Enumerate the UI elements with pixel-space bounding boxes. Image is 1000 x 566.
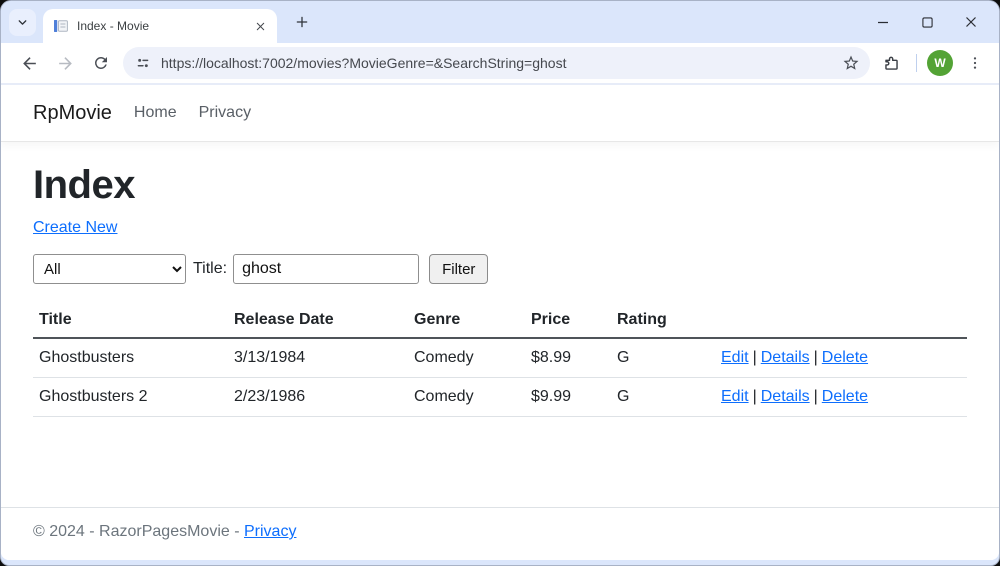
delete-link[interactable]: Delete [822,349,868,366]
site-navbar: RpMovie Home Privacy [1,85,999,142]
header-price: Price [525,303,611,339]
maximize-icon [921,16,933,28]
cell-genre: Comedy [408,377,525,417]
reload-icon [92,54,110,72]
create-new-link[interactable]: Create New [33,219,117,237]
title-label: Title: [193,260,228,277]
tab-search-button[interactable] [9,8,36,36]
tab-strip: Index - Movie [1,1,999,43]
edit-link[interactable]: Edit [721,388,749,405]
footer-privacy-link[interactable]: Privacy [244,523,296,540]
genre-select[interactable]: All [33,254,186,284]
main-content: Index Create New All Title: Filter Title… [1,142,999,507]
extensions-icon[interactable] [876,48,906,78]
cell-release-date: 2/23/1986 [228,377,408,417]
action-separator: | [813,349,818,366]
bookmark-star-icon[interactable] [842,54,860,72]
close-icon [965,16,977,28]
edit-link[interactable]: Edit [721,349,749,366]
header-title: Title [33,303,228,339]
kebab-menu-icon [967,55,983,71]
reload-button[interactable] [85,47,117,79]
header-release-date: Release Date [228,303,408,339]
profile-avatar[interactable]: W [927,50,953,76]
cell-actions: Edit | Details | Delete [715,338,967,378]
brand-link[interactable]: RpMovie [33,102,112,125]
action-separator: | [813,388,818,405]
table-row: Ghostbusters 2 2/23/1986 Comedy $9.99 G … [33,377,967,417]
back-button[interactable] [13,47,45,79]
browser-window: Index - Movie https://localhost:7002/mov… [0,0,1000,566]
filter-button[interactable]: Filter [429,254,489,284]
browser-menu-button[interactable] [961,49,989,77]
page-title: Index [33,163,135,207]
nav-links: Home Privacy [134,104,251,122]
nav-link-home[interactable]: Home [134,104,177,122]
cell-release-date: 3/13/1984 [228,338,408,378]
minimize-icon [877,16,889,28]
forward-button[interactable] [49,47,81,79]
site-favicon-icon [53,18,69,34]
minimize-button[interactable] [861,6,905,38]
header-genre: Genre [408,303,525,339]
nav-link-privacy[interactable]: Privacy [199,104,251,122]
delete-link[interactable]: Delete [822,388,868,405]
maximize-button[interactable] [905,6,949,38]
header-rating: Rating [611,303,715,339]
copyright-text: © 2024 - RazorPagesMovie - [33,523,240,540]
browser-tab[interactable]: Index - Movie [43,9,277,43]
action-separator: | [752,388,757,405]
details-link[interactable]: Details [761,388,810,405]
forward-arrow-icon [56,54,75,73]
search-input[interactable] [233,254,420,284]
url-text[interactable]: https://localhost:7002/movies?MovieGenre… [161,55,842,71]
chevron-down-icon [16,16,29,29]
site-footer: © 2024 - RazorPagesMovie - Privacy [1,507,999,560]
movies-table: Title Release Date Genre Price Rating Gh… [33,303,967,417]
toolbar-divider [916,54,917,72]
cell-title: Ghostbusters [33,338,228,378]
cell-rating: G [611,377,715,417]
tab-title: Index - Movie [77,19,150,33]
cell-genre: Comedy [408,338,525,378]
table-row: Ghostbusters 3/13/1984 Comedy $8.99 G Ed… [33,338,967,378]
cell-actions: Edit | Details | Delete [715,377,967,417]
back-arrow-icon [20,54,39,73]
address-bar[interactable]: https://localhost:7002/movies?MovieGenre… [123,47,870,79]
cell-price: $8.99 [525,338,611,378]
window-controls [861,1,993,43]
header-actions [715,303,967,339]
plus-icon [295,15,309,29]
new-tab-button[interactable] [289,9,315,35]
filter-form: All Title: Filter [33,254,967,284]
site-settings-icon[interactable] [135,55,151,71]
web-page: RpMovie Home Privacy Index Create New Al… [1,85,999,560]
cell-rating: G [611,338,715,378]
tab-close-icon[interactable] [252,18,269,35]
details-link[interactable]: Details [761,349,810,366]
close-window-button[interactable] [949,6,993,38]
cell-title: Ghostbusters 2 [33,377,228,417]
table-header-row: Title Release Date Genre Price Rating [33,303,967,339]
cell-price: $9.99 [525,377,611,417]
browser-toolbar: https://localhost:7002/movies?MovieGenre… [1,43,999,85]
action-separator: | [752,349,757,366]
